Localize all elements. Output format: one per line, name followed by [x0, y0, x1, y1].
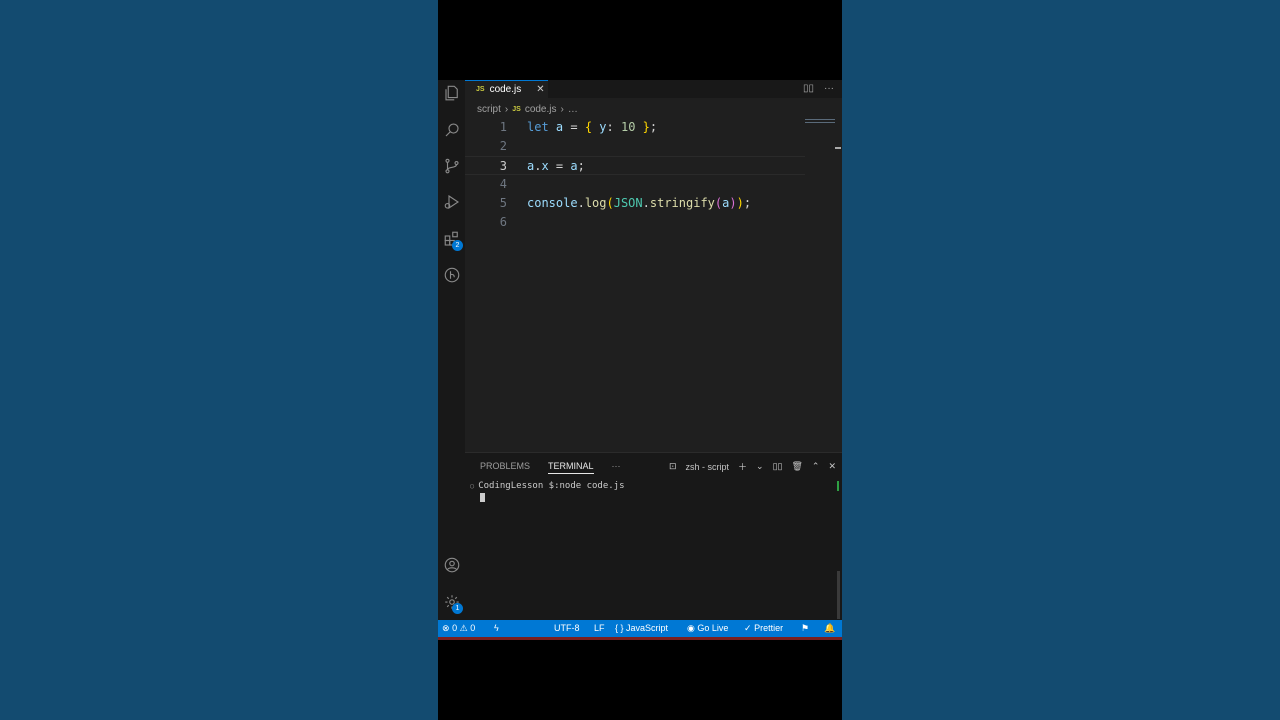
terminal-name[interactable]: zsh - script: [685, 462, 729, 472]
trash-icon[interactable]: 🗑: [791, 461, 802, 472]
chevron-down-icon[interactable]: ⌄: [756, 461, 764, 472]
terminal-output[interactable]: ○ CodingLesson $:node code.js: [470, 481, 625, 491]
language-label: JavaScript: [626, 623, 669, 633]
terminal-command: CodingLesson $:node code.js: [478, 481, 625, 491]
lightning-icon[interactable]: ϟ: [494, 623, 499, 633]
split-terminal-icon[interactable]: ▯▯: [773, 461, 783, 472]
code-text: console.log(JSON.stringify(a));: [527, 196, 752, 210]
go-live-button[interactable]: ◉ Go Live: [687, 623, 728, 634]
more-actions-icon[interactable]: ···: [824, 83, 834, 94]
code-line[interactable]: 5 console.log(JSON.stringify(a));: [465, 194, 805, 213]
status-bar: ⊗ 0 ⚠ 0 ϟ UTF-8 LF { } JavaScript ◉ Go L…: [438, 620, 842, 637]
code-line-current[interactable]: 3 a.x = a;: [465, 156, 805, 175]
tab-actions: ▯▯ ···: [803, 83, 834, 94]
minimap[interactable]: [805, 119, 835, 125]
terminal-panel: PROBLEMS TERMINAL ··· ⊡ zsh - script ＋ ⌄…: [465, 452, 842, 621]
warning-icon: ⚠: [459, 623, 468, 633]
new-terminal-icon[interactable]: ＋: [738, 460, 747, 473]
account-icon[interactable]: [438, 553, 465, 577]
extensions-icon[interactable]: 2: [438, 227, 465, 251]
activity-bar: 2 1: [438, 80, 465, 620]
breadcrumb-file[interactable]: code.js: [525, 104, 557, 115]
circle-icon: ○: [470, 482, 475, 490]
line-number: 5: [499, 196, 507, 210]
close-icon[interactable]: ✕: [536, 84, 544, 95]
prettier-status[interactable]: ✓ Prettier: [744, 623, 783, 634]
line-number: 2: [499, 139, 507, 153]
close-panel-icon[interactable]: ✕: [828, 461, 836, 472]
tab-more[interactable]: ···: [612, 461, 621, 474]
tab-label: code.js: [489, 84, 522, 95]
breadcrumb: script › JS code.js › …: [477, 104, 578, 115]
terminal-icon: ⊡: [668, 461, 677, 471]
bottom-strip: [438, 637, 842, 640]
panel-actions: ⊡ zsh - script ＋ ⌄ ▯▯ 🗑 ⌃ ✕: [669, 460, 836, 473]
error-icon: ⊗: [442, 623, 450, 633]
feedback-icon[interactable]: ⚑: [801, 623, 809, 634]
code-text: let a = { y: 10 };: [527, 120, 658, 134]
source-control-icon[interactable]: [438, 154, 465, 178]
split-editor-icon[interactable]: ▯▯: [803, 83, 814, 94]
language-status[interactable]: { } JavaScript: [615, 623, 668, 633]
braces-icon: { }: [615, 623, 624, 633]
run-debug-icon[interactable]: [438, 190, 465, 214]
code-line[interactable]: 4: [465, 175, 805, 194]
video-frame: 2 1 JS code.js ✕ ▯▯ ··· script › JS code…: [438, 0, 842, 720]
check-icon: ✓: [744, 623, 752, 633]
extensions-badge: 2: [452, 240, 463, 251]
error-count: 0: [452, 623, 458, 633]
breadcrumb-separator-icon: ›: [560, 104, 564, 115]
tab-terminal[interactable]: TERMINAL: [548, 461, 594, 474]
js-file-icon: JS: [476, 86, 485, 93]
background-right: [842, 0, 1280, 720]
line-number: 3: [499, 159, 507, 173]
code-text: a.x = a;: [527, 159, 585, 173]
warning-count: 0: [470, 623, 476, 633]
line-number: 4: [499, 177, 507, 191]
broadcast-icon: ◉: [687, 623, 695, 633]
js-file-icon: JS: [512, 106, 521, 113]
settings-badge: 1: [452, 603, 463, 614]
eol-status[interactable]: LF: [594, 623, 605, 633]
go-live-label: Go Live: [697, 623, 729, 633]
breadcrumb-separator-icon: ›: [504, 104, 509, 115]
tab-problems[interactable]: PROBLEMS: [480, 461, 530, 474]
notifications-bell-icon[interactable]: 🔔: [824, 623, 835, 634]
editor-tab-bar: JS code.js ✕ ▯▯ ···: [465, 80, 842, 98]
background-left: [0, 0, 438, 720]
panel-tabs: PROBLEMS TERMINAL ···: [480, 461, 621, 474]
encoding-status[interactable]: UTF-8: [554, 623, 580, 633]
vscode-window: 2 1 JS code.js ✕ ▯▯ ··· script › JS code…: [438, 80, 842, 640]
terminal-change-marker: [837, 481, 839, 491]
maximize-panel-icon[interactable]: ⌃: [812, 461, 820, 472]
breadcrumb-symbol[interactable]: …: [568, 104, 578, 115]
problems-status[interactable]: ⊗ 0 ⚠ 0: [442, 623, 475, 634]
gitlens-icon[interactable]: [438, 263, 465, 287]
panel-scrollbar[interactable]: [837, 571, 840, 619]
code-editor[interactable]: 1 let a = { y: 10 }; 2 3 a.x = a; 4 5 co…: [465, 118, 842, 450]
code-line[interactable]: 1 let a = { y: 10 };: [465, 118, 805, 137]
editor-scrollbar[interactable]: [835, 147, 841, 149]
breadcrumb-folder[interactable]: script: [477, 104, 501, 115]
settings-gear-icon[interactable]: 1: [438, 590, 465, 614]
code-line[interactable]: 2: [465, 137, 805, 156]
search-icon[interactable]: [438, 118, 465, 142]
explorer-icon[interactable]: [438, 81, 465, 105]
line-number: 1: [499, 120, 507, 134]
prettier-label: Prettier: [754, 623, 784, 633]
tab-code-js[interactable]: JS code.js ✕: [465, 80, 548, 98]
terminal-cursor: [480, 493, 485, 502]
line-number: 6: [499, 215, 507, 229]
code-line[interactable]: 6: [465, 213, 805, 232]
